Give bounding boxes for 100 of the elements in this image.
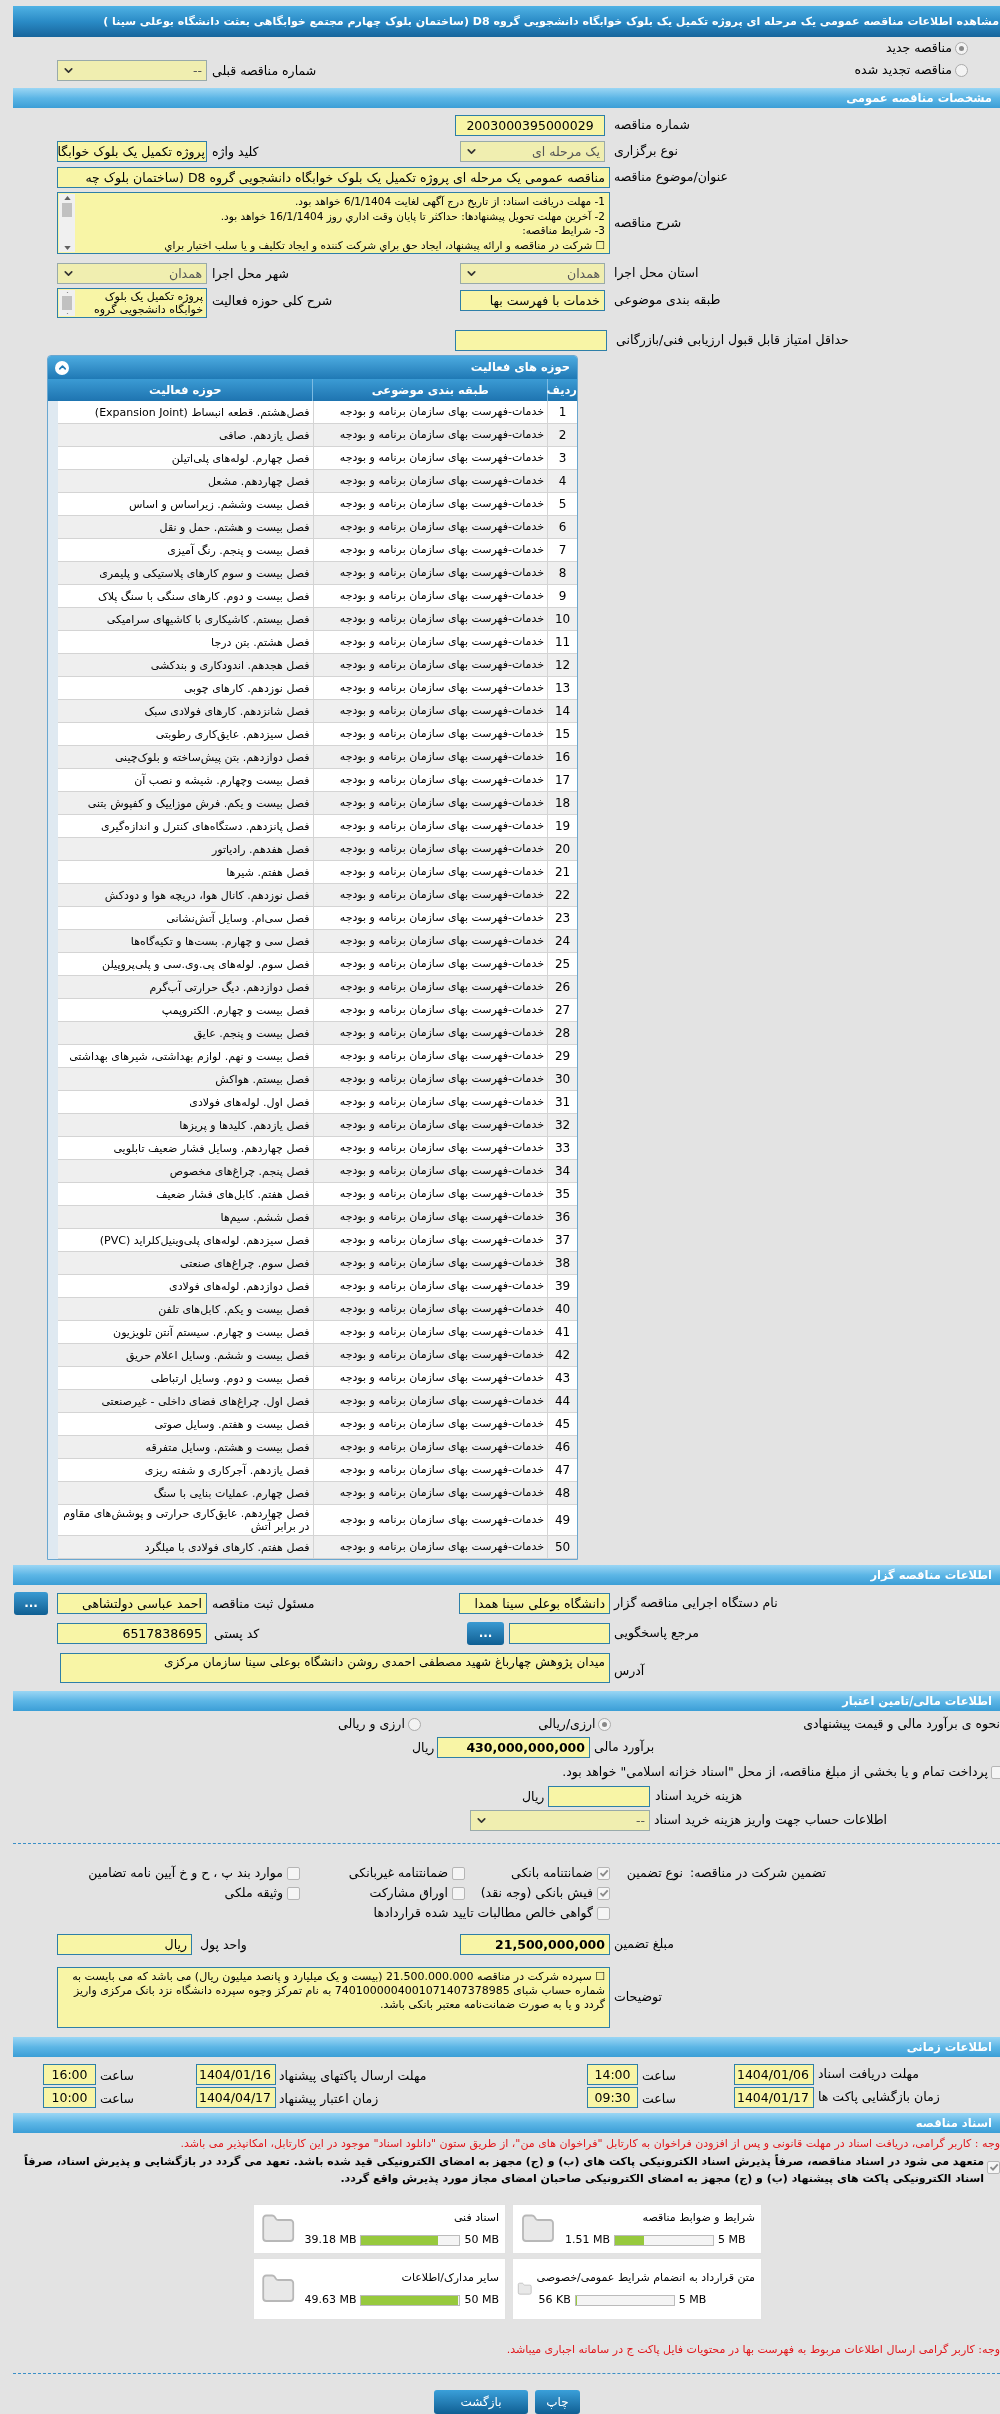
- table-cell: فصل سیزدهم. لوله‌های پلی‌وینیل‌کلراید (PVC): [99, 1233, 310, 1247]
- min-score-field[interactable]: [455, 329, 607, 351]
- used-size: 1.51 MB: [565, 2232, 611, 2248]
- contact-field[interactable]: [509, 1622, 610, 1644]
- checkbox[interactable]: [287, 1866, 300, 1880]
- province-select[interactable]: همدان: [460, 262, 605, 284]
- field-label: حداقل امتیاز قابل قبول ارزیابی فنی/بازرگانی: [616, 330, 849, 350]
- field-label: توضیحات: [614, 1988, 662, 2007]
- checkbox[interactable]: [287, 1886, 300, 1900]
- radio-button[interactable]: [598, 1717, 612, 1731]
- currency-field[interactable]: ریال: [57, 1933, 192, 1955]
- table-cell: فصل چهاردهم. مشعل: [208, 474, 310, 488]
- collapse-icon[interactable]: [55, 360, 69, 375]
- table-cell: فصل هفتم. کابل‌های فشار ضعیف: [156, 1187, 310, 1201]
- table-cell-text: 10: [554, 611, 571, 628]
- scrollbar[interactable]: [59, 194, 75, 252]
- table-cell-text: 43: [554, 1370, 571, 1387]
- field-label: زمان بازگشایی پاکت ها: [818, 2088, 940, 2107]
- time-field[interactable]: 10:00: [43, 2087, 96, 2108]
- subject-field[interactable]: مناقصه عمومی یک مرحله ای پروژه تکمیل یک بلوک خوابگاه دانشجویی گروه D8 (ساختمان بلوک چه: [57, 166, 610, 188]
- checkbox[interactable]: [597, 1906, 610, 1920]
- table-cell: فصل هشتم. بتن درجا: [211, 635, 310, 649]
- table-cell: فصل بیست و هشتم. حمل و نقل: [159, 520, 310, 534]
- checkbox[interactable]: [991, 1765, 1000, 1779]
- field-label: کلید واژه: [212, 144, 259, 159]
- table-cell-text: 38: [554, 1255, 571, 1272]
- table-cell-text: خدمات-فهرست بهای سازمان برنامه و بودجه: [339, 840, 545, 857]
- table-cell-text: خدمات-فهرست بهای سازمان برنامه و بودجه: [339, 610, 545, 627]
- field-label: استان محل اجرا: [614, 263, 699, 283]
- browse-button[interactable]: ...: [14, 1591, 48, 1615]
- activity-summary-textarea[interactable]: پروژه تکمیل یک بلوک خوابگاه دانشجویی گروه: [57, 288, 207, 318]
- field-label: ارزی و ریالی: [338, 1714, 405, 1734]
- field-label: مناقصه تجدید شده: [854, 60, 952, 79]
- radio-button[interactable]: [407, 1717, 421, 1731]
- holding-type-select[interactable]: یک مرحله ای: [460, 140, 605, 162]
- table-cell: فصل هفتم. شیرها: [226, 865, 310, 879]
- table-cell-text: خدمات-فهرست بهای سازمان برنامه و بودجه: [339, 1323, 545, 1340]
- action-button[interactable]: بازگشت: [434, 2390, 528, 2414]
- checkbox[interactable]: [597, 1866, 610, 1880]
- section-header: اسناد مناقصه: [13, 2113, 1000, 2133]
- previous-tender-select[interactable]: --: [57, 59, 207, 81]
- table-cell-text: 44: [554, 1393, 571, 1410]
- table-cell: فصل نوزدهم. کانال هوا، دریچه هوا و دودکش: [104, 888, 310, 902]
- fee-account-select[interactable]: --: [470, 1809, 650, 1831]
- description-textarea[interactable]: [57, 192, 610, 254]
- table-cell-text: 14: [554, 703, 571, 720]
- notes-field[interactable]: ☐ سپرده شرکت در مناقصه 21.500.000.000 (بیست و یک میلیارد و پانصد میلیون ریال) می باشد که می بایست به شماره حساب شبای 7401000004001071407378985 به نام تمرکز وجوه سپرده دانشگاه نزد بانک مرکزی واریز گردد و یا به صورت ضمانت‌نامه معتبر بانکی باشد.: [57, 1967, 610, 2028]
- time-field[interactable]: 16:00: [43, 2064, 96, 2085]
- city-select[interactable]: همدان: [57, 262, 207, 284]
- field-label: ساعت: [100, 2067, 134, 2083]
- time-field[interactable]: 14:00: [587, 2064, 638, 2085]
- table-cell-text: خدمات-فهرست بهای سازمان برنامه و بودجه: [339, 1024, 545, 1041]
- checkbox[interactable]: [597, 1886, 610, 1900]
- table-cell-text: خدمات-فهرست بهای سازمان برنامه و بودجه: [339, 633, 545, 650]
- checkbox[interactable]: [987, 2160, 1000, 2174]
- registrar-field[interactable]: احمد عباسی دولتشاهی: [57, 1592, 207, 1614]
- table-cell: فصل دوازدهم. لوله‌های فولادی: [169, 1279, 310, 1293]
- guarantee-amount-field[interactable]: 21,500,000,000: [460, 1933, 610, 1955]
- checkbox[interactable]: [452, 1866, 465, 1880]
- table-cell: فصل بیست و یکم. کابل‌های تلفن: [158, 1302, 310, 1316]
- field-label: اطلاعات حساب جهت واریز هزینه خرید اسناد: [654, 1810, 888, 1830]
- table-cell-text: 42: [554, 1347, 571, 1364]
- browse-button[interactable]: ...: [467, 1621, 504, 1645]
- date-field[interactable]: 1404/01/16: [196, 2064, 276, 2085]
- table-cell-text: 6: [558, 519, 567, 536]
- table-cell-text: 20: [554, 841, 571, 858]
- table-cell-text: 13: [554, 680, 571, 697]
- address-field[interactable]: میدان پژوهش چهارباغ شهید مصطفی احمدی روشن دانشگاه بوعلی سینا سازمان مرکزی: [60, 1653, 610, 1683]
- scrollbar-thumb[interactable]: [62, 296, 72, 310]
- table-cell: فصل پنجم. چراغ‌های مخصوص: [169, 1164, 310, 1178]
- agency-field[interactable]: دانشگاه بوعلی سینا همدا: [459, 1592, 610, 1614]
- table-cell: فصل شانزدهم. کارهای فولادی سبک: [144, 704, 310, 718]
- table-cell-text: خدمات-فهرست بهای سازمان برنامه و بودجه: [339, 817, 545, 834]
- date-field[interactable]: 1404/04/17: [196, 2087, 276, 2108]
- scrollbar[interactable]: [59, 290, 75, 316]
- table-cell-text: خدمات-فهرست بهای سازمان برنامه و بودجه: [339, 1438, 545, 1455]
- tender-number-field[interactable]: 2003000395000029: [455, 114, 605, 136]
- action-button[interactable]: چاپ: [535, 2390, 580, 2414]
- keyword-field[interactable]: پروژه تکمیل یک بلوک خوابگا: [57, 140, 207, 162]
- table-cell-text: خدمات-فهرست بهای سازمان برنامه و بودجه: [339, 932, 545, 949]
- table-cell-text: 41: [554, 1324, 571, 1341]
- estimate-field[interactable]: 430,000,000,000: [437, 1736, 590, 1758]
- radio-button[interactable]: [955, 63, 968, 77]
- table-cell-text: خدمات-فهرست بهای سازمان برنامه و بودجه: [339, 1346, 545, 1363]
- date-field[interactable]: 1404/01/06: [734, 2064, 814, 2085]
- checkbox[interactable]: [452, 1886, 465, 1900]
- time-field[interactable]: 09:30: [587, 2087, 638, 2108]
- table-cell-text: خدمات-فهرست بهای سازمان برنامه و بودجه: [339, 541, 545, 558]
- table-cell-text: خدمات-فهرست بهای سازمان برنامه و بودجه: [339, 518, 545, 535]
- table-cell-text: خدمات-فهرست بهای سازمان برنامه و بودجه: [339, 656, 545, 673]
- table-cell-text: خدمات-فهرست بهای سازمان برنامه و بودجه: [339, 886, 545, 903]
- document-fee-field[interactable]: [548, 1785, 650, 1807]
- postal-code-field[interactable]: 6517838695: [57, 1622, 207, 1644]
- table-cell-text: 30: [554, 1071, 571, 1088]
- scrollbar-thumb[interactable]: [62, 203, 72, 217]
- date-field[interactable]: 1404/01/17: [734, 2087, 814, 2108]
- table-cell-text: خدمات-فهرست بهای سازمان برنامه و بودجه: [339, 1208, 545, 1225]
- category-field[interactable]: خدمات با فهرست بها: [460, 290, 605, 311]
- radio-button[interactable]: [955, 41, 968, 55]
- table-cell-text: 47: [554, 1462, 571, 1479]
